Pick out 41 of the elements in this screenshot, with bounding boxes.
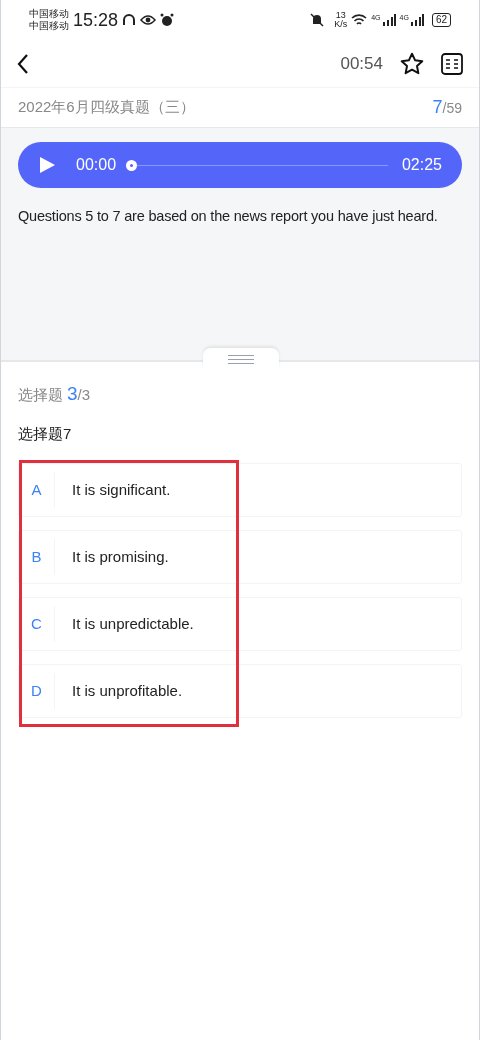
star-button[interactable] (399, 50, 425, 77)
option-text: It is promising. (72, 546, 169, 567)
option-text: It is unpredictable. (72, 613, 194, 634)
progress-track[interactable] (126, 159, 388, 171)
answer-option[interactable]: C It is unpredictable. (18, 597, 462, 651)
section-current-number: 3 (67, 382, 78, 406)
headphones-icon (122, 13, 137, 27)
muted-bell-icon (310, 13, 325, 27)
option-letter: A (19, 472, 55, 508)
answer-option[interactable]: B It is promising. (18, 530, 462, 584)
question-total: /59 (442, 99, 462, 118)
option-text: It is significant. (72, 479, 171, 500)
current-question-number: 7 (432, 96, 443, 119)
alarm-icon (160, 13, 175, 27)
timer: 00:54 (340, 52, 383, 75)
speed-value: 13 (335, 11, 346, 20)
question-title: 选择题7 (17, 423, 73, 444)
progress-thumb[interactable] (126, 159, 138, 171)
option-letter: C (19, 606, 55, 642)
signal-icon (409, 14, 424, 26)
section-label: 选择题 (18, 385, 63, 405)
elapsed-time: 00:00 (76, 155, 117, 175)
drawer-handle[interactable] (203, 348, 279, 370)
clock: 15:28 (73, 8, 119, 32)
section-total: /3 (77, 385, 91, 405)
duration-time: 02:25 (401, 155, 442, 175)
eye-icon (140, 14, 157, 26)
battery-indicator: 62 (431, 13, 451, 27)
option-letter: B (19, 539, 55, 575)
carrier-label: 中国移动 (29, 8, 69, 20)
answer-sheet-button[interactable] (441, 52, 463, 75)
carrier-label: 中国移动 (29, 20, 69, 32)
wifi-icon (351, 14, 368, 26)
option-text: It is unprofitable. (72, 680, 183, 701)
speed-unit: K/s (334, 20, 348, 29)
instructions-text: Questions 5 to 7 are based on the news report you have just heard. (18, 207, 439, 226)
signal-icon (381, 14, 396, 26)
answer-option[interactable]: A It is significant. (18, 463, 462, 517)
option-letter: D (19, 673, 55, 709)
answer-option[interactable]: D It is unprofitable. (18, 664, 462, 718)
exam-title: 2022年6月四级真题（三） (18, 97, 195, 118)
